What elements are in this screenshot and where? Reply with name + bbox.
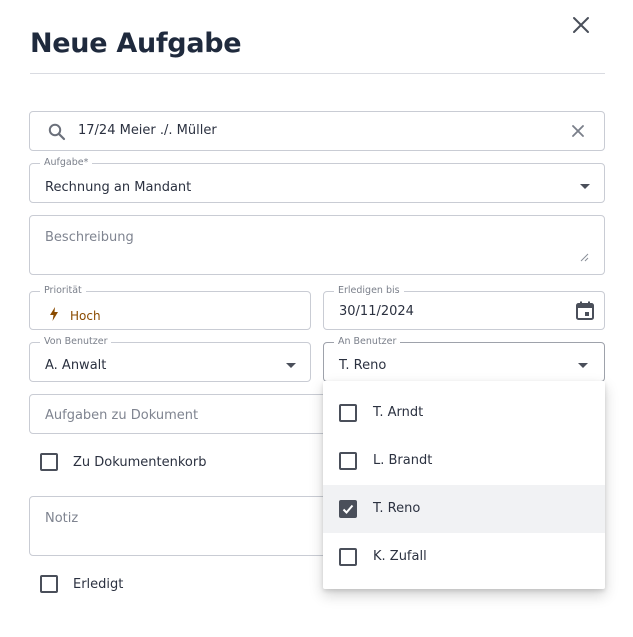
due-date-field[interactable]: Erledigen bis 30/11/2024 [323,285,605,330]
option-label: K. Zufall [373,549,427,564]
done-checkbox[interactable] [40,575,58,593]
priority-value: Hoch [70,309,101,323]
to-user-value: T. Reno [339,358,387,373]
user-option-brandt[interactable]: L. Brandt [323,437,605,485]
description-textarea[interactable]: Beschreibung [29,215,605,275]
done-label: Erledigt [73,577,124,592]
from-user-value: A. Anwalt [45,358,107,373]
resize-handle-icon[interactable] [579,252,589,262]
document-tasks-placeholder: Aufgaben zu Dokument [45,408,199,423]
from-user-label: Von Benutzer [40,336,112,348]
calendar-icon [576,301,594,320]
chevron-down-icon [286,363,296,368]
search-field[interactable]: 17/24 Meier ./. Müller [29,111,605,151]
priority-label: Priorität [40,285,86,297]
description-placeholder: Beschreibung [45,230,134,245]
clear-search-button[interactable] [570,123,586,139]
task-label: Aufgabe* [40,157,93,169]
due-date-value: 30/11/2024 [339,304,414,319]
dialog-title: Neue Aufgabe [30,28,242,59]
chevron-down-icon [578,363,588,368]
task-select[interactable]: Aufgabe* Rechnung an Mandant [29,157,605,203]
basket-checkbox[interactable] [40,453,58,471]
clear-icon [572,125,584,137]
from-user-select[interactable]: Von Benutzer A. Anwalt [29,336,311,382]
option-checkbox[interactable] [339,404,357,422]
option-label: T. Reno [373,501,421,516]
to-user-dropdown: T. Arndt L. Brandt T. Reno K. Zufall [323,381,605,589]
close-button[interactable] [568,12,594,38]
to-user-select[interactable]: An Benutzer T. Reno [323,336,605,382]
search-icon [48,123,66,141]
user-option-arndt[interactable]: T. Arndt [323,389,605,437]
basket-label: Zu Dokumentenkorb [73,455,207,470]
due-date-label: Erledigen bis [334,285,404,297]
bolt-icon [50,307,58,321]
calendar-button[interactable] [574,300,596,322]
option-checkbox[interactable] [339,452,357,470]
note-placeholder: Notiz [45,511,79,526]
search-input[interactable]: 17/24 Meier ./. Müller [78,123,217,138]
check-icon [342,504,354,514]
option-label: T. Arndt [373,405,424,420]
title-divider [30,73,605,74]
user-option-reno[interactable]: T. Reno [323,485,605,533]
user-option-zufall[interactable]: K. Zufall [323,533,605,581]
option-label: L. Brandt [373,453,433,468]
chevron-down-icon [580,184,590,189]
to-user-label: An Benutzer [334,336,401,348]
close-icon [573,17,589,33]
task-value: Rechnung an Mandant [45,180,192,195]
option-checkbox[interactable] [339,500,357,518]
option-checkbox[interactable] [339,548,357,566]
priority-select[interactable]: Priorität Hoch [29,285,311,330]
